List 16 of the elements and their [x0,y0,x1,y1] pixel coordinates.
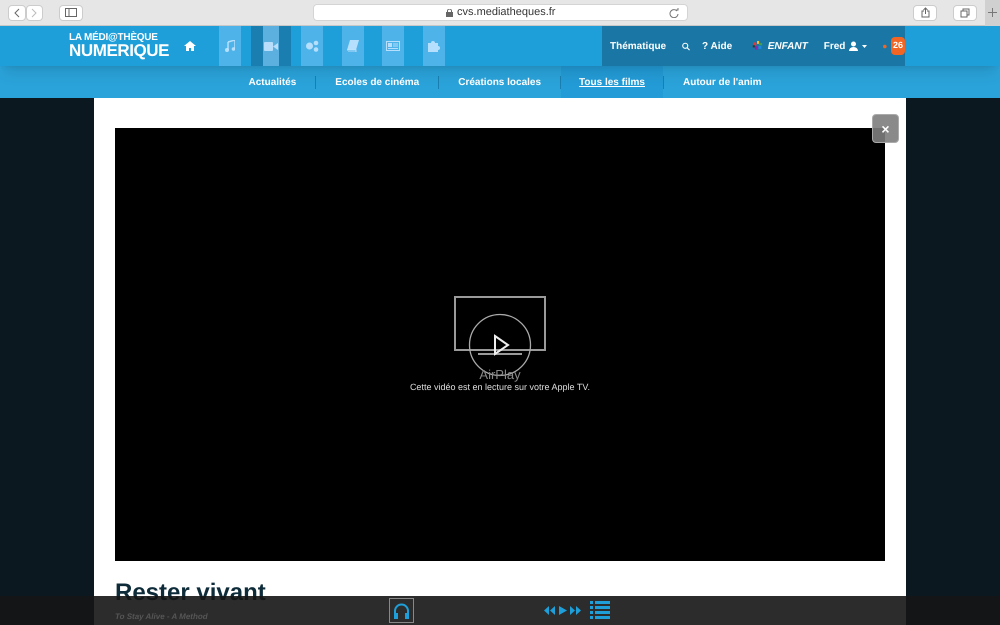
subnav-link[interactable]: Tous les films [561,66,663,98]
subnav-link[interactable]: Créations locales [439,66,560,98]
help-link[interactable]: ? Aide [698,38,736,54]
url-text: cvs.mediatheques.fr [457,5,556,20]
close-button[interactable]: × [872,114,899,143]
thematique-link[interactable]: Thématique [602,38,674,54]
airplay-message: Cette vidéo est en lecture sur votre Apple TV. [408,382,592,394]
subnav-link[interactable]: Actualités [230,66,316,98]
user-menu-button[interactable]: Fred [824,38,868,54]
subnav-link[interactable]: Ecoles de cinéma [316,66,438,98]
logo-text[interactable]: NUMERIQUE [69,42,174,59]
kids-link[interactable]: ENFANT [764,38,812,54]
subnav-link[interactable]: Autour de l'anim [664,66,780,98]
logo-text[interactable]: LA MÉDI@THÈQUE [69,33,174,43]
notification-badge[interactable]: 26 [890,37,905,55]
address-bar[interactable]: cvs.mediatheques.fr [313,4,688,21]
